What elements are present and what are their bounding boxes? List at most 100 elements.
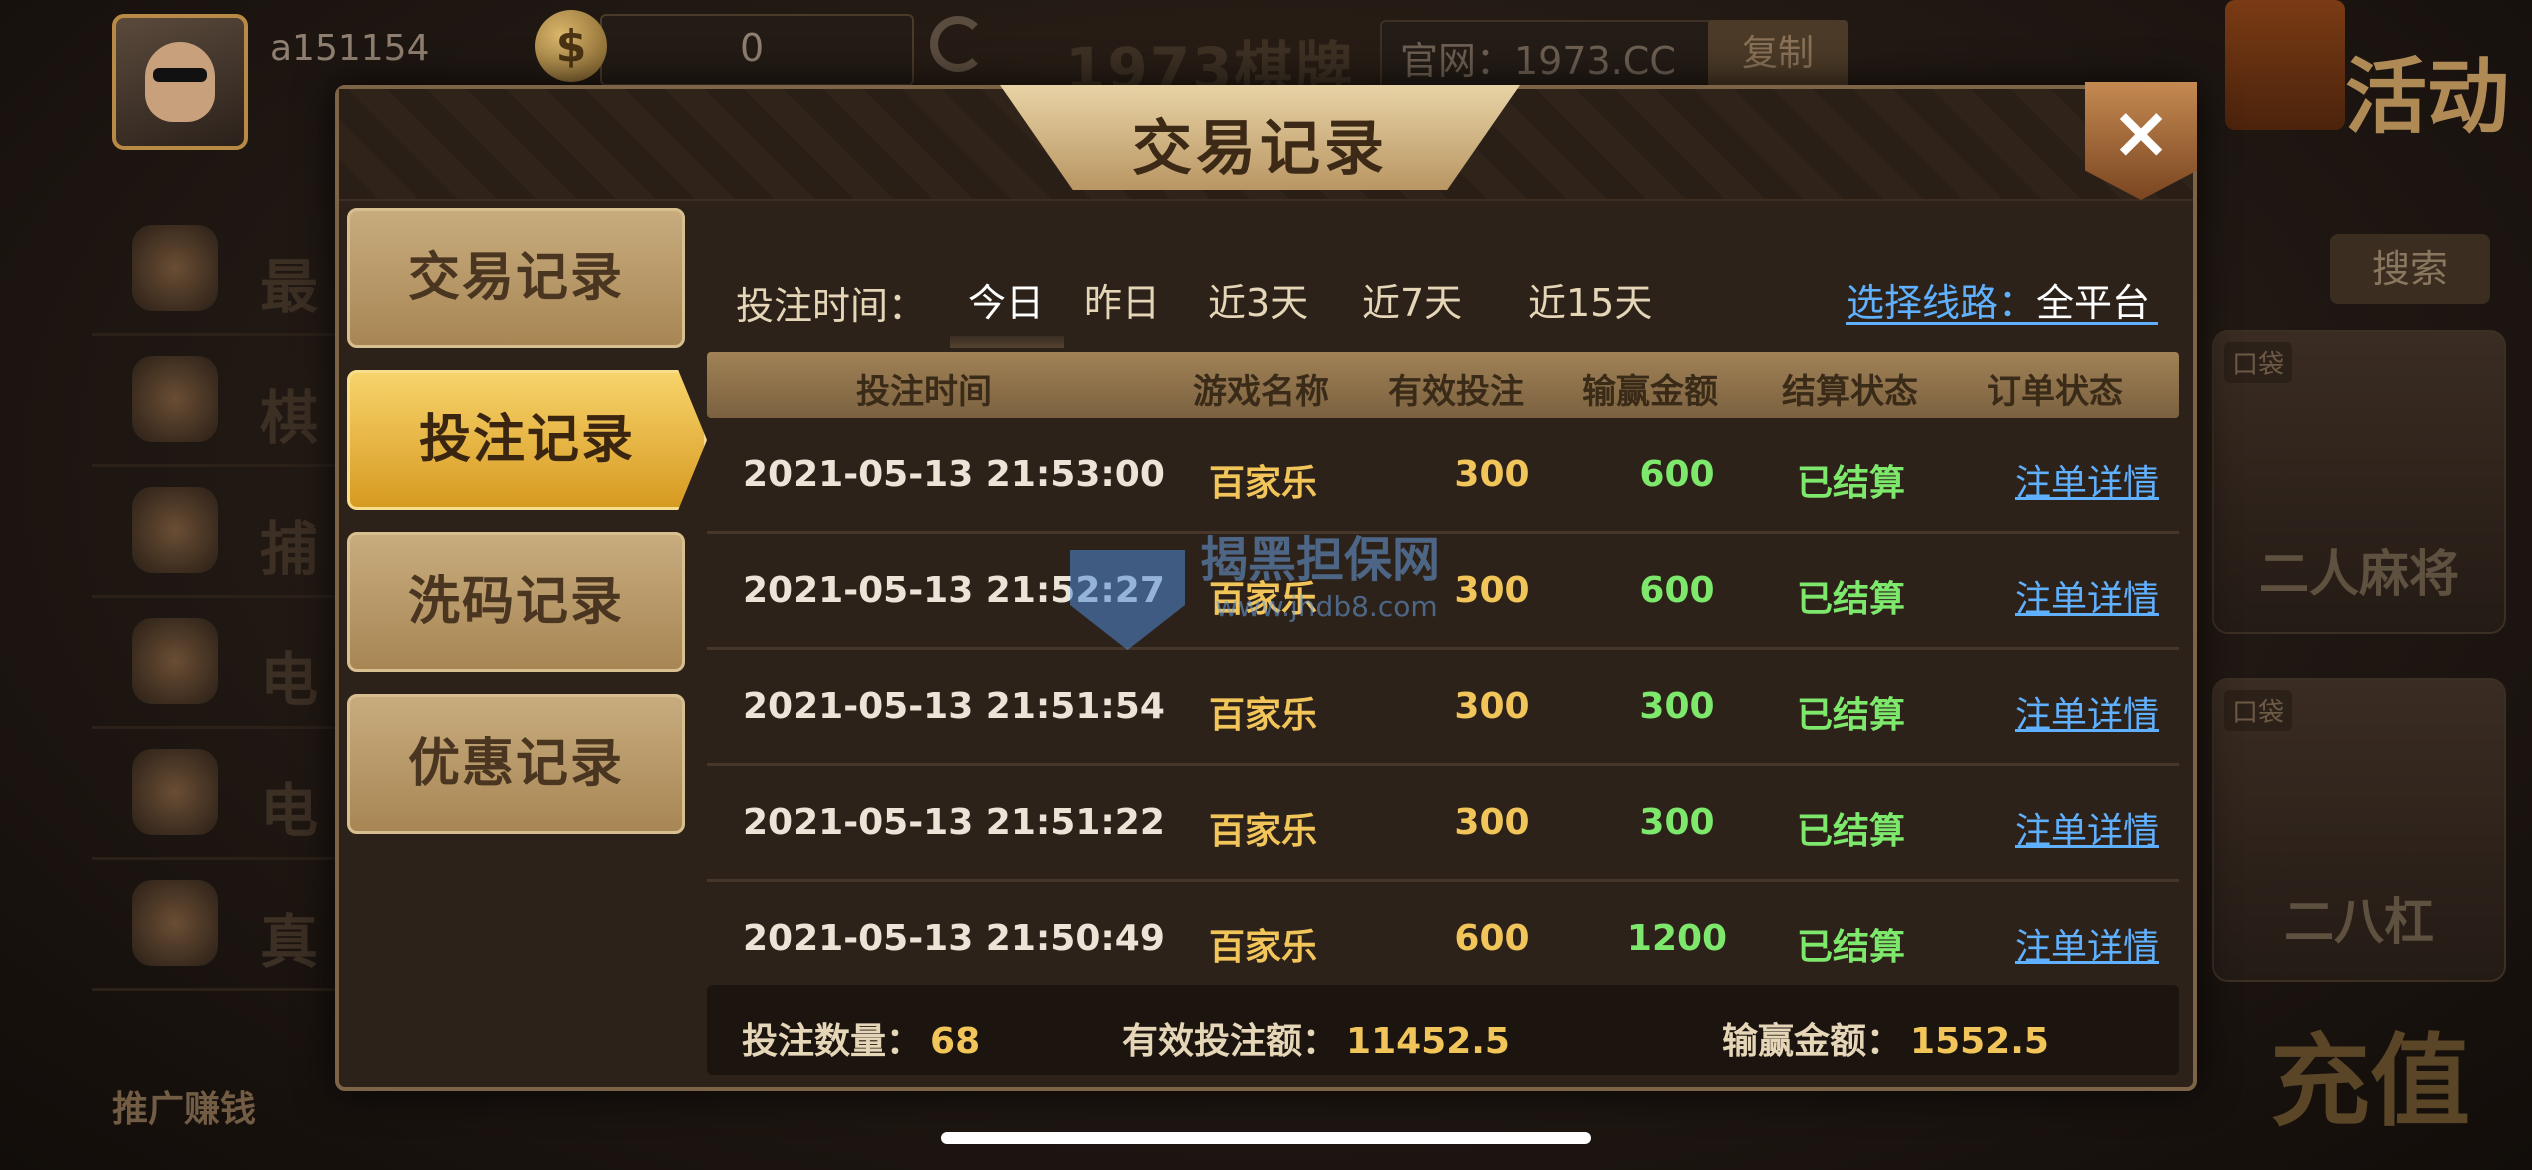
bet-count-value: 68 [930, 1021, 981, 1062]
valid-bet-value: 11452.5 [1346, 1021, 1510, 1062]
coin-balance: 0 [740, 26, 765, 70]
game-category-menu: 最 棋 捕 电 电 真 [92, 205, 342, 991]
watermark-title: 揭黑担保网 [1200, 532, 1441, 588]
copy-button[interactable]: 复制 [1708, 20, 1848, 88]
column-header: 输赢金额 [1582, 372, 1718, 412]
coin-icon: $ [535, 10, 607, 82]
win-amount-value: 1552.5 [1910, 1021, 2049, 1062]
settle-status: 已结算 [1797, 463, 1906, 504]
order-detail-link[interactable]: 注单详情 [2015, 802, 2159, 854]
crown-icon [132, 225, 218, 311]
tab-rebate-records[interactable]: 洗码记录 [347, 532, 685, 672]
route-selector[interactable]: 选择线路：全平台 [1846, 272, 2150, 327]
gift-icon[interactable] [2225, 0, 2345, 130]
column-header: 订单状态 [1987, 372, 2123, 412]
tab-transaction-records[interactable]: 交易记录 [347, 208, 685, 348]
menu-item[interactable]: 电 [92, 729, 342, 860]
game-card[interactable]: 口袋 二八杠 [2212, 678, 2506, 982]
win-amount: 300 [1639, 686, 1715, 727]
route-underline [1846, 322, 2158, 325]
win-amount: 600 [1639, 570, 1715, 611]
menu-item-label: 最 [260, 253, 319, 321]
refresh-icon[interactable] [930, 16, 986, 72]
filter-15-days[interactable]: 近15天 [1528, 272, 1652, 327]
roulette-icon [132, 880, 218, 966]
cards-icon [132, 356, 218, 442]
watermark: 揭黑担保网 www.jhdb8.com [1070, 520, 1460, 660]
close-icon: × [2110, 90, 2172, 174]
avatar-face-icon [145, 42, 215, 122]
menu-item-label: 电 [260, 777, 319, 845]
filter-yesterday[interactable]: 昨日 [1084, 272, 1160, 327]
shield-icon [1070, 550, 1185, 650]
bet-time: 2021-05-13 21:51:54 [743, 686, 1165, 727]
bet-time: 2021-05-13 21:51:22 [743, 802, 1165, 843]
tab-bet-records[interactable]: 投注记录 [347, 370, 707, 510]
game-card-name: 二八杠 [2284, 893, 2434, 951]
menu-item-label: 捕 [260, 515, 319, 583]
menu-item-label: 真 [260, 908, 319, 976]
menu-item[interactable]: 棋 [92, 336, 342, 467]
column-header: 游戏名称 [1193, 372, 1329, 412]
menu-item[interactable]: 捕 [92, 467, 342, 598]
home-indicator[interactable] [941, 1132, 1591, 1144]
valid-bet: 300 [1454, 802, 1530, 843]
bet-count-label: 投注数量： [742, 1021, 923, 1062]
tab-promo-records[interactable]: 优惠记录 [347, 694, 685, 834]
fish-icon [132, 487, 218, 573]
game-card[interactable]: 口袋 二人麻将 [2212, 330, 2506, 634]
bet-count-summary: 投注数量： 68 [742, 1012, 980, 1064]
search-button[interactable]: 搜索 [2330, 234, 2490, 304]
game-card-name: 二人麻将 [2259, 545, 2459, 603]
avatar[interactable] [112, 14, 248, 150]
bet-time: 2021-05-13 21:50:49 [743, 918, 1165, 959]
promo-button[interactable]: 推广赚钱 [112, 1080, 256, 1132]
bet-time-label: 投注时间： [736, 284, 927, 328]
game-card-tag: 口袋 [2224, 690, 2293, 731]
recharge-button[interactable]: 充值 [2270, 1000, 2470, 1145]
user-id: a151154 [270, 28, 430, 69]
game-name: 百家乐 [1209, 463, 1318, 504]
settle-status: 已结算 [1797, 811, 1906, 852]
valid-bet: 300 [1454, 454, 1530, 495]
table-row: 2021-05-13 21:50:49 百家乐 600 1200 已结算 注单详… [707, 882, 2179, 998]
win-amount: 300 [1639, 802, 1715, 843]
game-name: 百家乐 [1209, 811, 1318, 852]
shield-icon [132, 749, 218, 835]
active-filter-indicator [950, 336, 1064, 348]
filter-7-days[interactable]: 近7天 [1362, 272, 1462, 327]
valid-bet: 300 [1454, 686, 1530, 727]
table-row: 2021-05-13 21:51:54 百家乐 300 300 已结算 注单详情 [707, 650, 2179, 766]
settle-status: 已结算 [1797, 695, 1906, 736]
order-detail-link[interactable]: 注单详情 [2015, 918, 2159, 970]
site-url: 官网：1973.CC [1400, 39, 1676, 83]
order-detail-link[interactable]: 注单详情 [2015, 570, 2159, 622]
menu-item[interactable]: 最 [92, 205, 342, 336]
valid-bet-summary: 有效投注额： 11452.5 [1122, 1012, 1510, 1064]
game-name: 百家乐 [1209, 695, 1318, 736]
menu-item-label: 电 [260, 646, 319, 714]
game-card-tag: 口袋 [2224, 342, 2293, 383]
valid-bet-label: 有效投注额： [1122, 1021, 1339, 1062]
table-row: 2021-05-13 21:51:22 百家乐 300 300 已结算 注单详情 [707, 766, 2179, 882]
bet-table: 2021-05-13 21:53:00 百家乐 300 600 已结算 注单详情… [707, 418, 2179, 998]
settle-status: 已结算 [1797, 579, 1906, 620]
watermark-url: www.jhdb8.com [1215, 590, 1438, 623]
activity-button[interactable]: 活动 [2345, 30, 2509, 149]
win-amount: 1200 [1626, 918, 1728, 959]
slot-machine-icon [132, 618, 218, 704]
order-detail-link[interactable]: 注单详情 [2015, 454, 2159, 506]
order-detail-link[interactable]: 注单详情 [2015, 686, 2159, 738]
menu-item[interactable]: 真 [92, 860, 342, 991]
column-header: 结算状态 [1782, 372, 1918, 412]
table-row: 2021-05-13 21:53:00 百家乐 300 600 已结算 注单详情 [707, 418, 2179, 534]
column-header: 有效投注 [1388, 372, 1524, 412]
settle-status: 已结算 [1797, 927, 1906, 968]
route-value: 全平台 [2036, 281, 2151, 325]
win-amount: 600 [1639, 454, 1715, 495]
menu-item[interactable]: 电 [92, 598, 342, 729]
filter-today[interactable]: 今日 [968, 272, 1044, 327]
bet-time: 2021-05-13 21:53:00 [743, 454, 1165, 495]
win-amount-summary: 输赢金额： 1552.5 [1722, 1012, 2049, 1064]
filter-3-days[interactable]: 近3天 [1208, 272, 1308, 327]
